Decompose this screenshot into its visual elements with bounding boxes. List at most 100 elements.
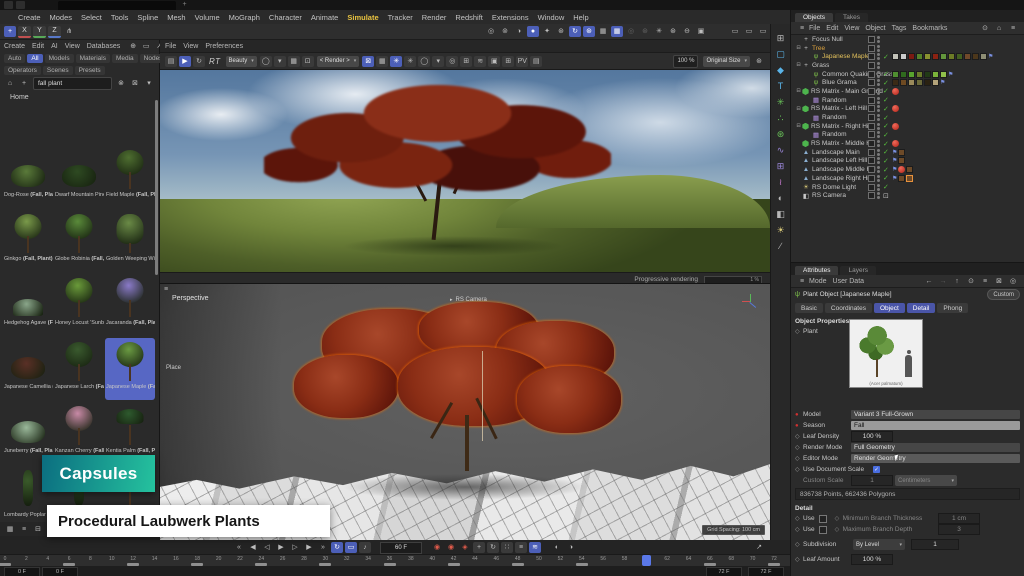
- object-item-random[interactable]: ▦Random✓: [791, 96, 1024, 105]
- prevframe-icon[interactable]: ◁: [261, 542, 273, 553]
- custom-scale-value[interactable]: 1: [851, 475, 893, 486]
- visibility-dots[interactable]: [877, 114, 880, 121]
- material-tag[interactable]: [908, 79, 915, 86]
- enable-check-icon[interactable]: ✓: [883, 131, 889, 139]
- layer-checkbox[interactable]: [868, 79, 875, 86]
- prevkey-icon[interactable]: ◀: [247, 542, 259, 553]
- asset-scrollbar[interactable]: [155, 100, 158, 275]
- cube-icon[interactable]: ◆: [774, 63, 788, 77]
- loop-icon-active[interactable]: ↻: [569, 26, 581, 37]
- enable-check-icon[interactable]: ✓: [883, 87, 889, 95]
- layout3-monitor-icon[interactable]: ▭: [757, 26, 769, 37]
- transform-icon[interactable]: ⊞: [774, 31, 788, 45]
- visibility-dots[interactable]: [877, 62, 880, 69]
- list-icon[interactable]: ≡: [18, 524, 30, 535]
- simulate-icon-active[interactable]: ●: [527, 26, 539, 37]
- menu-tools[interactable]: Tools: [111, 13, 129, 22]
- object-item-tree[interactable]: ⊟+Tree: [791, 44, 1024, 53]
- range-start-field[interactable]: 0 F: [4, 567, 40, 576]
- layout1-monitor-icon[interactable]: ▭: [729, 26, 741, 37]
- asset-item-japanese-larch-fall-pl[interactable]: Japanese Larch (Fall, Pl...: [54, 338, 104, 400]
- custom-button[interactable]: Custom: [987, 289, 1020, 300]
- asset-item-honey-locust-sunbur[interactable]: Honey Locust 'Sunbur...: [54, 274, 104, 336]
- use-checkbox[interactable]: [819, 526, 827, 534]
- material-tag[interactable]: [948, 53, 955, 60]
- property-value-model[interactable]: Variant 3 Full-Grown: [851, 410, 1020, 419]
- object-item-rs-dome-light[interactable]: ☀RS Dome Light✓: [791, 183, 1024, 192]
- slider-icon[interactable]: ⊟: [32, 524, 44, 535]
- zoom-value-field[interactable]: 100 %: [673, 55, 698, 68]
- hamburger-icon[interactable]: ≡: [796, 23, 808, 34]
- clone-icon[interactable]: ▣: [695, 26, 707, 37]
- flag-tag-icon[interactable]: ⚑: [892, 166, 897, 173]
- object-item-landscape-right-hill[interactable]: ▲Landscape Right Hill✓⚑: [791, 174, 1024, 183]
- material-tag[interactable]: [932, 53, 939, 60]
- range-end-field[interactable]: 72 F: [706, 567, 742, 576]
- clapper-icon[interactable]: ▤: [165, 56, 177, 67]
- collapse-icon[interactable]: ⊟: [795, 45, 802, 52]
- collapse-icon[interactable]: ⊟: [795, 123, 802, 130]
- material-tag[interactable]: [898, 149, 905, 156]
- layer-checkbox[interactable]: [868, 114, 875, 121]
- visibility-dots[interactable]: [877, 192, 880, 199]
- menu-window[interactable]: Window: [538, 13, 565, 22]
- attributes-menu-mode[interactable]: Mode: [809, 278, 827, 285]
- workplane-icon[interactable]: ◑: [513, 26, 525, 37]
- subdivision-value[interactable]: 1: [911, 539, 959, 550]
- asset-subtab-presets[interactable]: Presets: [75, 66, 105, 75]
- environment-icon[interactable]: ◐: [774, 191, 788, 205]
- settings-icon-active[interactable]: ⊛: [583, 26, 595, 37]
- redshift-material-tag[interactable]: [892, 140, 899, 147]
- render-settings-dropdown[interactable]: < Render >▾: [317, 56, 360, 67]
- menu-help[interactable]: Help: [573, 13, 588, 22]
- layer-checkbox[interactable]: [868, 166, 875, 173]
- visibility-dots[interactable]: [877, 97, 880, 104]
- target-icon[interactable]: ◎: [446, 56, 458, 67]
- layer-checkbox[interactable]: [868, 53, 875, 60]
- attr-tab-coordinates[interactable]: Coordinates: [825, 303, 872, 313]
- viewport-selected-tree[interactable]: [294, 302, 642, 490]
- visibility-dots[interactable]: [877, 175, 880, 182]
- maximize-icon[interactable]: ↗: [753, 542, 765, 553]
- material-tag[interactable]: [898, 175, 905, 182]
- material-tag[interactable]: [916, 79, 923, 86]
- enable-check-icon[interactable]: ✓: [883, 174, 889, 182]
- caret-icon[interactable]: ▾: [274, 56, 286, 67]
- lock-icon-active[interactable]: ⊠: [362, 56, 374, 67]
- leaf-amount-value[interactable]: 100 %: [851, 554, 893, 565]
- collapse-icon[interactable]: ⊟: [795, 105, 802, 112]
- mute1-icon[interactable]: ◐: [551, 542, 563, 553]
- pla-icon-active[interactable]: ≋: [529, 542, 541, 553]
- asset-subtab-scenes[interactable]: Scenes: [43, 66, 73, 75]
- redshift-material-tag[interactable]: [898, 166, 905, 173]
- objects-menu-file[interactable]: File: [809, 25, 820, 32]
- layer-checkbox[interactable]: [868, 192, 875, 199]
- range-start-field2[interactable]: 0 F: [42, 567, 78, 576]
- layer-checkbox[interactable]: [868, 175, 875, 182]
- text-icon[interactable]: T: [774, 79, 788, 93]
- material-tag[interactable]: [924, 71, 931, 78]
- rot-icon[interactable]: ↻: [487, 542, 499, 553]
- search-input[interactable]: [33, 77, 112, 90]
- enable-check-icon[interactable]: ✓: [883, 114, 889, 122]
- visibility-dots[interactable]: [877, 140, 880, 147]
- object-item-landscape-main[interactable]: ▲Landscape Main✓⚑: [791, 148, 1024, 157]
- property-value-editor-mode[interactable]: Render Geometry: [851, 454, 1020, 463]
- redshift-material-tag[interactable]: [892, 88, 899, 95]
- enable-check-icon[interactable]: ✓: [883, 166, 889, 174]
- material-tag[interactable]: [932, 79, 939, 86]
- render-menu-preferences[interactable]: Preferences: [205, 43, 243, 50]
- zigzag-icon[interactable]: ≋: [474, 56, 486, 67]
- material-tag[interactable]: [900, 79, 907, 86]
- menu-extensions[interactable]: Extensions: [492, 13, 529, 22]
- visibility-dots[interactable]: [877, 88, 880, 95]
- material-tag[interactable]: [898, 157, 905, 164]
- mute2-icon[interactable]: ◑: [565, 542, 577, 553]
- plus-icon[interactable]: +: [18, 78, 30, 89]
- object-item-rs-matrix-main-ground[interactable]: ⊟RS Matrix - Main Ground✓: [791, 87, 1024, 96]
- material-tag[interactable]: [906, 175, 913, 182]
- object-item-rs-matrix-middle-hill[interactable]: RS Matrix - Middle Hill✓: [791, 139, 1024, 148]
- property-value-leaf-density[interactable]: 100 %: [851, 431, 893, 442]
- attr-tab-phong[interactable]: Phong: [937, 303, 968, 313]
- target-icon-dim[interactable]: ◎: [625, 26, 637, 37]
